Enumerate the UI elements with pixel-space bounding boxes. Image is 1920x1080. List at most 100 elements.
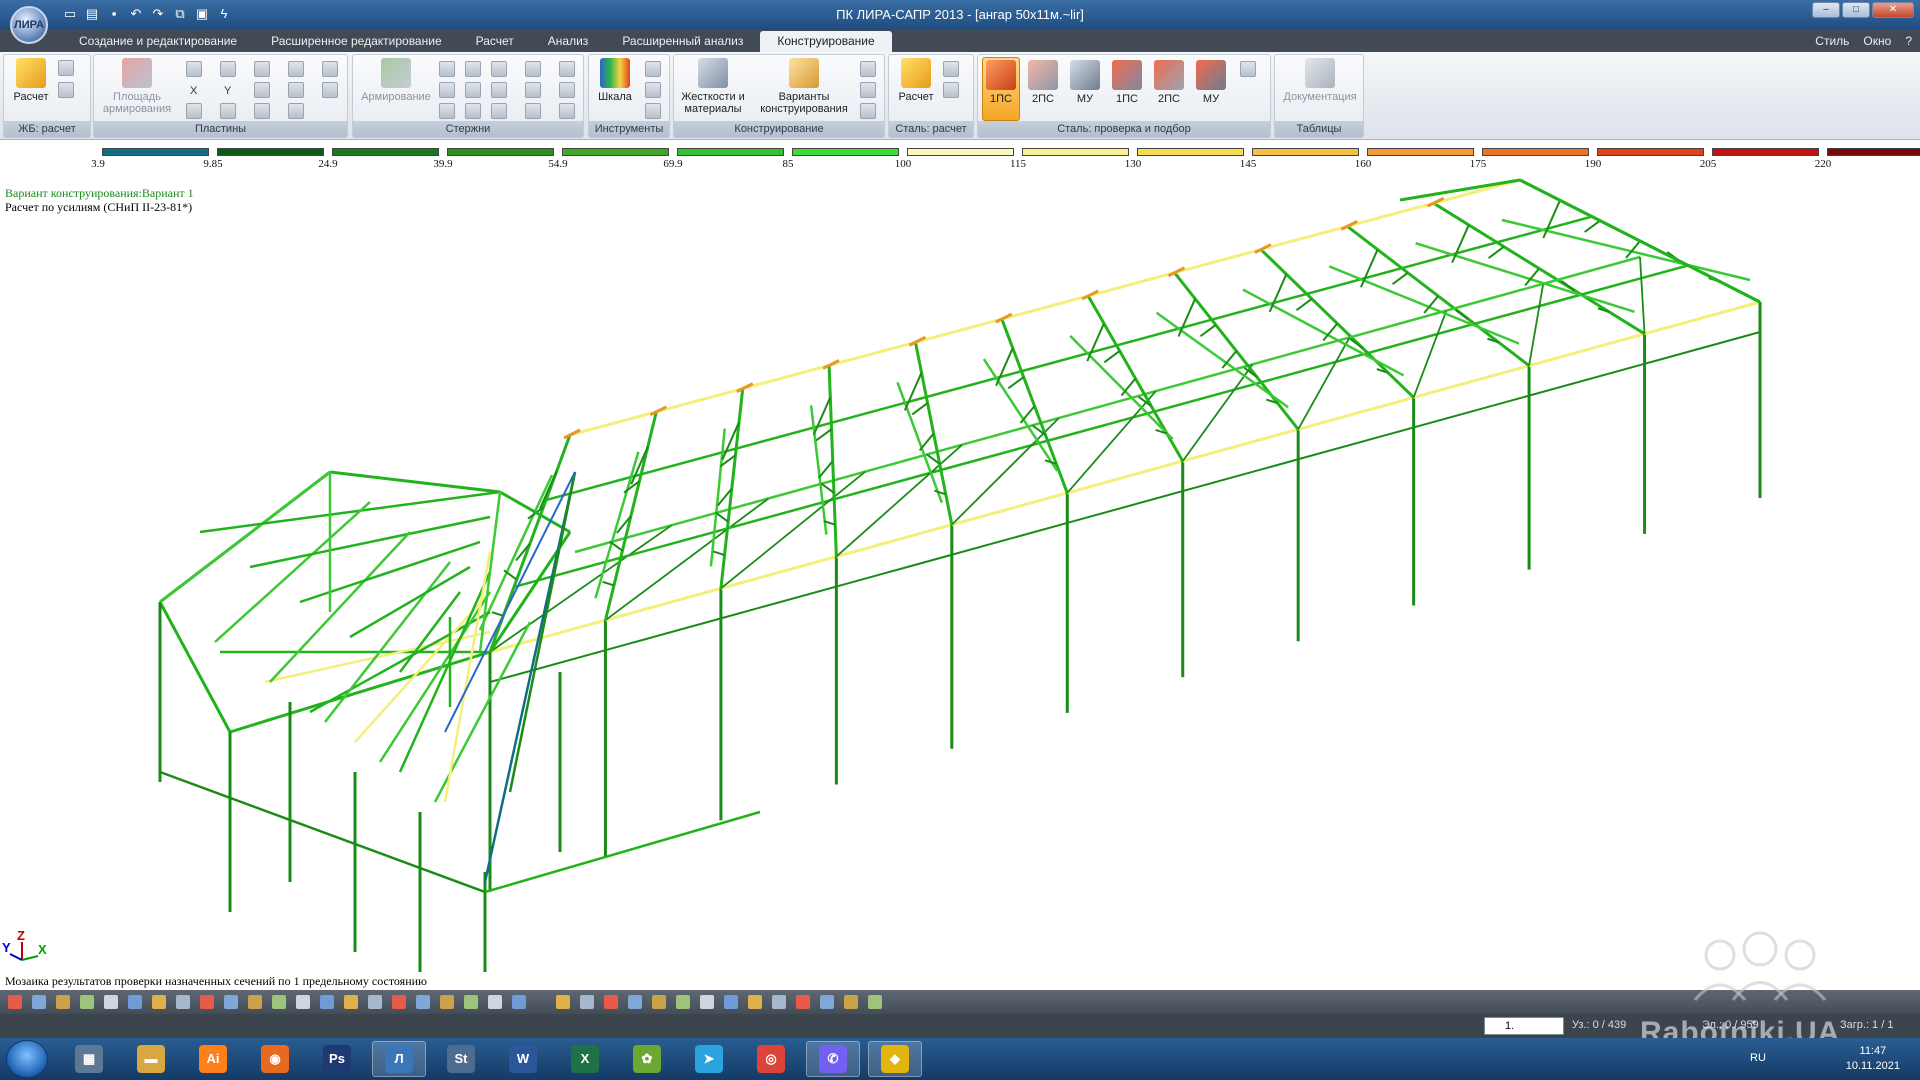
taskbar-app-steel[interactable]: St: [434, 1041, 488, 1077]
rod-tool-icon[interactable]: [491, 61, 507, 77]
plate-tool-icon[interactable]: [288, 82, 304, 98]
app-logo[interactable]: ЛИРА: [10, 6, 48, 44]
taskbar-app-lira[interactable]: Л: [372, 1041, 426, 1077]
steel-tool-icon[interactable]: [1240, 61, 1256, 77]
tool-icon[interactable]: [645, 61, 661, 77]
rod-tool-icon[interactable]: [525, 61, 541, 77]
view-tool-icon[interactable]: [8, 995, 22, 1009]
taskbar-app-excel[interactable]: X: [558, 1041, 612, 1077]
view-tool-icon[interactable]: [796, 995, 810, 1009]
reinforcement-button[interactable]: Армирование: [357, 58, 435, 103]
tab-create-edit[interactable]: Создание и редактирование: [62, 30, 254, 52]
tab-analysis[interactable]: Анализ: [531, 30, 606, 52]
rod-tool-icon[interactable]: [465, 82, 481, 98]
stiffness-materials-button[interactable]: Жесткости и материалы: [676, 58, 750, 115]
rc-calc-button[interactable]: Расчет: [8, 58, 54, 103]
plate-tool-icon[interactable]: [220, 103, 236, 119]
view-tool-icon[interactable]: [512, 995, 526, 1009]
close-icon[interactable]: ✕: [1872, 2, 1914, 18]
rod-tool-icon[interactable]: [491, 82, 507, 98]
start-button[interactable]: [6, 1040, 48, 1078]
view-tool-icon[interactable]: [392, 995, 406, 1009]
rod-tool-icon[interactable]: [491, 103, 507, 119]
taskbar-app-photoshop[interactable]: Ps: [310, 1041, 364, 1077]
plate-tool-icon[interactable]: [322, 61, 338, 77]
view-tool-icon[interactable]: [200, 995, 214, 1009]
plate-tool-icon[interactable]: [220, 61, 236, 77]
clock[interactable]: 11:47 10.11.2021: [1846, 1044, 1900, 1074]
check-1ps-button[interactable]: 1ПС: [982, 57, 1020, 121]
style-menu[interactable]: Стиль: [1815, 30, 1849, 52]
view-tool-icon[interactable]: [652, 995, 666, 1009]
design-variants-button[interactable]: Варианты конструирования: [754, 58, 854, 115]
taskbar-app-firefox[interactable]: ◉: [248, 1041, 302, 1077]
plate-tool-icon[interactable]: [186, 61, 202, 77]
maximize-icon[interactable]: □: [1842, 2, 1870, 18]
select-1ps-button[interactable]: 1ПС: [1108, 58, 1146, 105]
tab-design[interactable]: Конструирование: [760, 31, 892, 52]
view-tool-icon[interactable]: [628, 995, 642, 1009]
view-tool-icon[interactable]: [820, 995, 834, 1009]
view-tool-icon[interactable]: [724, 995, 738, 1009]
view-tool-icon[interactable]: [80, 995, 94, 1009]
plate-tool-icon[interactable]: [186, 103, 202, 119]
view-tool-icon[interactable]: [700, 995, 714, 1009]
model-view[interactable]: [0, 172, 1920, 972]
design-tool-icon[interactable]: [860, 103, 876, 119]
bolt-small-icon[interactable]: [58, 82, 74, 98]
view-tool-icon[interactable]: [416, 995, 430, 1009]
plate-tool-icon[interactable]: [288, 61, 304, 77]
plate-tool-icon[interactable]: [254, 61, 270, 77]
view-tool-icon[interactable]: [248, 995, 262, 1009]
check-mu-button[interactable]: МУ: [1066, 58, 1104, 105]
view-tool-icon[interactable]: [844, 995, 858, 1009]
documentation-button[interactable]: Документация: [1279, 58, 1361, 103]
tab-advanced-edit[interactable]: Расширенное редактирование: [254, 30, 459, 52]
view-tool-icon[interactable]: [344, 995, 358, 1009]
view-tool-icon[interactable]: [604, 995, 618, 1009]
select-2ps-button[interactable]: 2ПС: [1150, 58, 1188, 105]
window-menu[interactable]: Окно: [1863, 30, 1891, 52]
steel-calc-button[interactable]: Расчет: [893, 58, 939, 103]
view-tool-icon[interactable]: [296, 995, 310, 1009]
steel-tool-icon[interactable]: [943, 61, 959, 77]
tab-calculation[interactable]: Расчет: [459, 30, 531, 52]
view-tool-icon[interactable]: [580, 995, 594, 1009]
x-label[interactable]: X: [190, 85, 197, 97]
rod-tool-icon[interactable]: [559, 61, 575, 77]
taskbar-app-calculator[interactable]: ▦: [62, 1041, 116, 1077]
rod-tool-icon[interactable]: [465, 103, 481, 119]
view-tool-icon[interactable]: [440, 995, 454, 1009]
y-label[interactable]: Y: [224, 85, 231, 97]
tab-advanced-analysis[interactable]: Расширенный анализ: [605, 30, 760, 52]
view-tool-icon[interactable]: [224, 995, 238, 1009]
rod-tool-icon[interactable]: [559, 82, 575, 98]
tool-icon[interactable]: [645, 103, 661, 119]
taskbar-app-telegram[interactable]: ➤: [682, 1041, 736, 1077]
view-tool-icon[interactable]: [676, 995, 690, 1009]
view-tool-icon[interactable]: [464, 995, 478, 1009]
taskbar-app-plant[interactable]: ✿: [620, 1041, 674, 1077]
select-mu-button[interactable]: МУ: [1192, 58, 1230, 105]
view-tool-icon[interactable]: [56, 995, 70, 1009]
minimize-icon[interactable]: –: [1812, 2, 1840, 18]
taskbar-app-viber[interactable]: ✆: [806, 1041, 860, 1077]
rod-tool-icon[interactable]: [525, 82, 541, 98]
rod-tool-icon[interactable]: [439, 103, 455, 119]
view-tool-icon[interactable]: [272, 995, 286, 1009]
taskbar-app-word[interactable]: W: [496, 1041, 550, 1077]
rod-tool-icon[interactable]: [439, 82, 455, 98]
area-reinforcement-button[interactable]: Площадь армирования: [98, 58, 176, 115]
language-indicator[interactable]: RU: [1750, 1052, 1766, 1064]
design-tool-icon[interactable]: [860, 82, 876, 98]
rod-tool-icon[interactable]: [525, 103, 541, 119]
plate-tool-icon[interactable]: [254, 82, 270, 98]
taskbar-app-illustrator[interactable]: Ai: [186, 1041, 240, 1077]
plate-tool-icon[interactable]: [322, 82, 338, 98]
view-tool-icon[interactable]: [488, 995, 502, 1009]
view-tool-icon[interactable]: [320, 995, 334, 1009]
taskbar-app-folder[interactable]: ▬: [124, 1041, 178, 1077]
tool-icon[interactable]: [645, 82, 661, 98]
rod-tool-icon[interactable]: [559, 103, 575, 119]
design-tool-icon[interactable]: [860, 61, 876, 77]
